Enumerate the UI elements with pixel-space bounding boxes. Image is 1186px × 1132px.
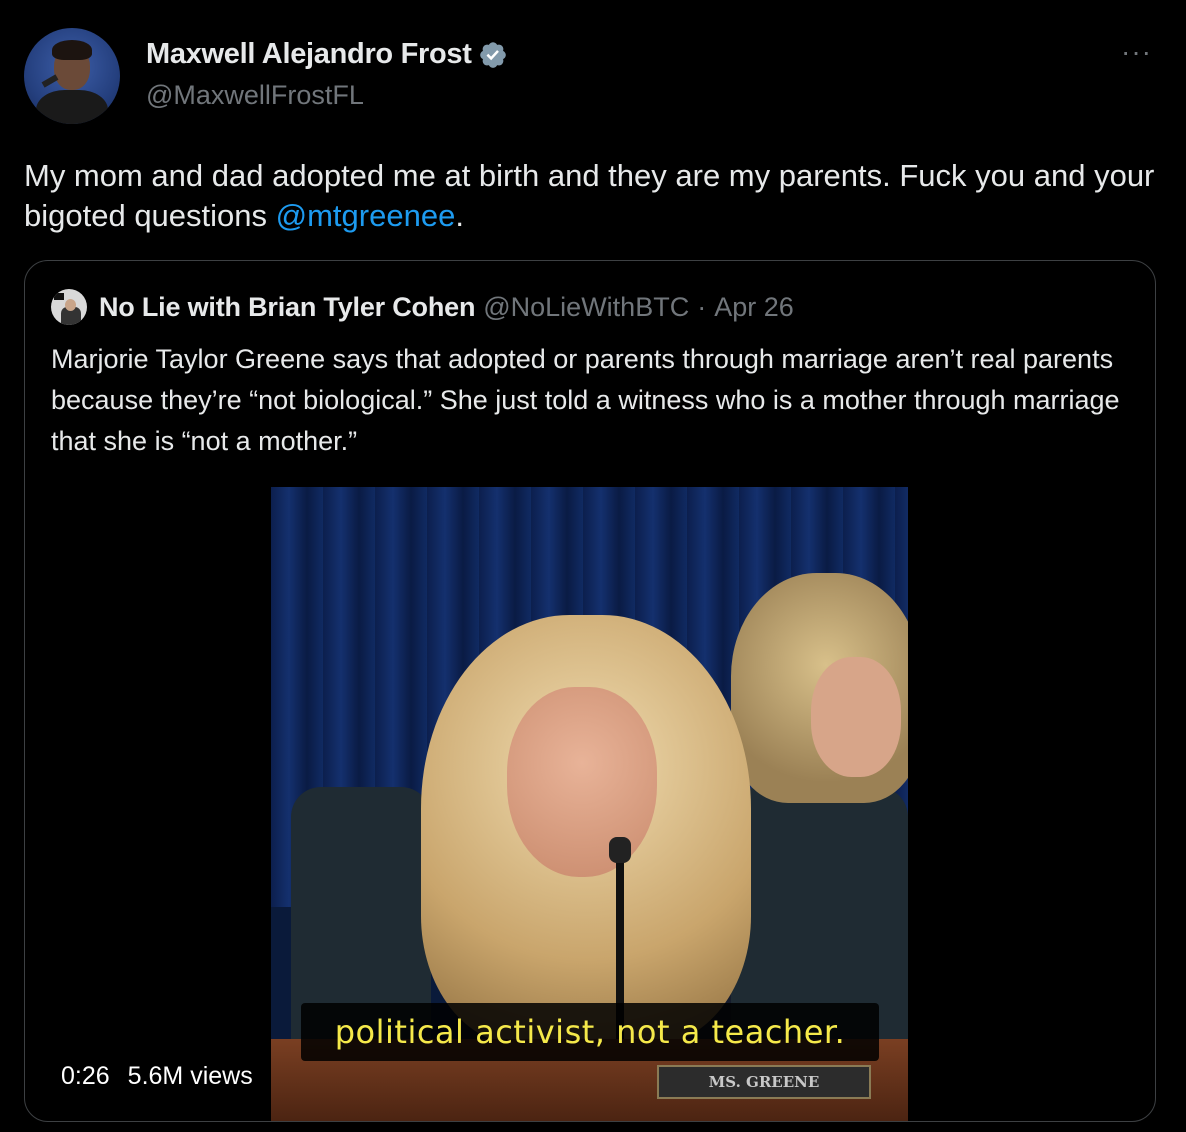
verified-badge-icon[interactable] — [478, 40, 508, 70]
video-nameplate: MS. GREENE — [657, 1065, 871, 1099]
quoted-author-avatar[interactable] — [51, 289, 87, 325]
quoted-tweet-header: No Lie with Brian Tyler Cohen @NoLieWith… — [51, 289, 794, 325]
tweet-text: My mom and dad adopted me at birth and t… — [24, 156, 1164, 236]
meta-separator: · — [697, 291, 707, 322]
quoted-author-name[interactable]: No Lie with Brian Tyler Cohen — [99, 292, 475, 323]
video-person-face — [507, 687, 657, 877]
video-duration: 0:26 — [61, 1061, 110, 1090]
avatar-mic — [41, 74, 59, 88]
author-name-row[interactable]: Maxwell Alejandro Frost — [146, 38, 508, 71]
author-name[interactable]: Maxwell Alejandro Frost — [146, 38, 472, 71]
author-handle[interactable]: @MaxwellFrostFL — [146, 80, 364, 111]
quoted-tweet-date[interactable]: Apr 26 — [714, 292, 794, 323]
quoted-tweet-text: Marjorie Taylor Greene says that adopted… — [51, 344, 1120, 456]
author-avatar[interactable] — [24, 28, 120, 124]
video-views: 5.6M views — [127, 1061, 253, 1090]
video-person-background-face — [811, 657, 901, 777]
quoted-tweet[interactable]: No Lie with Brian Tyler Cohen @NoLieWith… — [24, 260, 1156, 1122]
more-options-icon[interactable]: ··· — [1121, 36, 1152, 68]
video-caption: political activist, not a teacher. — [301, 1003, 879, 1061]
video-meta-overlay: 0:26 5.6M views — [51, 1055, 261, 1097]
avatar-hair — [52, 40, 92, 60]
mention-link[interactable]: @mtgreenee — [276, 198, 456, 233]
video-microphone — [609, 837, 631, 863]
avatar-logo — [54, 293, 64, 300]
video-player[interactable]: MS. GREENE political activist, not a tea… — [271, 487, 908, 1121]
tweet-text-part: My mom and dad adopted me at birth and t… — [24, 158, 1155, 233]
avatar-body — [36, 90, 108, 124]
tweet-text-end: . — [455, 198, 464, 233]
avatar-face — [65, 299, 76, 311]
quoted-author-handle[interactable]: @NoLieWithBTC — [483, 292, 689, 323]
